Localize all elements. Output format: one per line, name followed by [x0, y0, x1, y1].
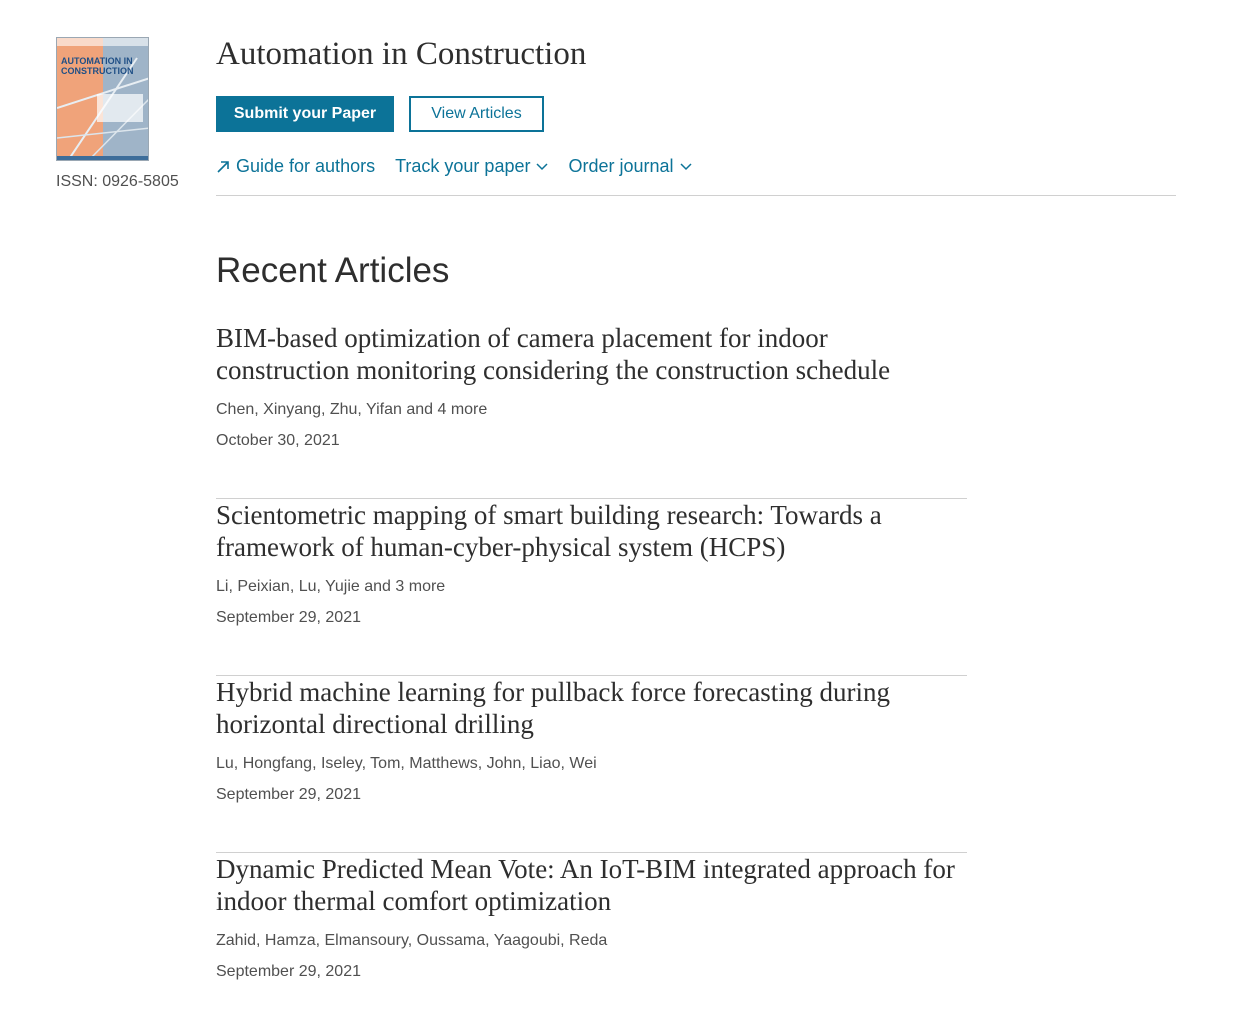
article-item: Scientometric mapping of smart building … — [216, 499, 967, 676]
article-item: BIM-based optimization of camera placeme… — [216, 322, 967, 499]
article-title-link[interactable]: BIM-based optimization of camera placeme… — [216, 322, 967, 386]
article-title-link[interactable]: Hybrid machine learning for pullback for… — [216, 676, 967, 740]
article-title-link[interactable]: Scientometric mapping of smart building … — [216, 499, 967, 563]
article-authors: Zahid, Hamza, Elmansoury, Oussama, Yaago… — [216, 932, 608, 949]
order-journal-dropdown[interactable]: Order journal — [568, 156, 692, 177]
article-title-link[interactable]: Dynamic Predicted Mean Vote: An IoT-BIM … — [216, 853, 967, 917]
guide-for-authors-link[interactable]: Guide for authors — [216, 156, 375, 177]
chevron-down-icon — [536, 162, 548, 171]
track-your-paper-label: Track your paper — [395, 156, 531, 176]
article-date: September 29, 2021 — [216, 963, 361, 980]
header-divider — [216, 195, 1176, 196]
submit-paper-button[interactable]: Submit your Paper — [216, 96, 394, 132]
journal-cover-image[interactable]: AUTOMATION IN CONSTRUCTION — [56, 37, 149, 161]
cover-title-text: AUTOMATION IN CONSTRUCTION — [61, 56, 134, 76]
recent-articles-heading: Recent Articles — [216, 251, 450, 290]
recent-articles-list: BIM-based optimization of camera placeme… — [216, 322, 967, 1030]
track-your-paper-dropdown[interactable]: Track your paper — [395, 156, 548, 177]
article-date: October 30, 2021 — [216, 432, 340, 449]
article-date: September 29, 2021 — [216, 609, 361, 626]
article-authors: Chen, Xinyang, Zhu, Yifan and 4 more — [216, 401, 488, 418]
journal-links: Guide for authors Track your paper Order… — [216, 156, 692, 177]
issn-label: ISSN: 0926-5805 — [56, 173, 179, 190]
journal-title: Automation in Construction — [216, 36, 587, 72]
article-item: Hybrid machine learning for pullback for… — [216, 676, 967, 853]
order-journal-label: Order journal — [568, 156, 674, 176]
article-authors: Lu, Hongfang, Iseley, Tom, Matthews, Joh… — [216, 755, 597, 772]
article-authors: Li, Peixian, Lu, Yujie and 3 more — [216, 578, 446, 595]
chevron-down-icon — [679, 162, 692, 171]
article-date: September 29, 2021 — [216, 786, 361, 803]
external-link-arrow-icon — [216, 160, 230, 174]
article-item: Dynamic Predicted Mean Vote: An IoT-BIM … — [216, 853, 967, 1030]
view-articles-button[interactable]: View Articles — [409, 96, 544, 132]
guide-for-authors-label: Guide for authors — [236, 156, 376, 176]
